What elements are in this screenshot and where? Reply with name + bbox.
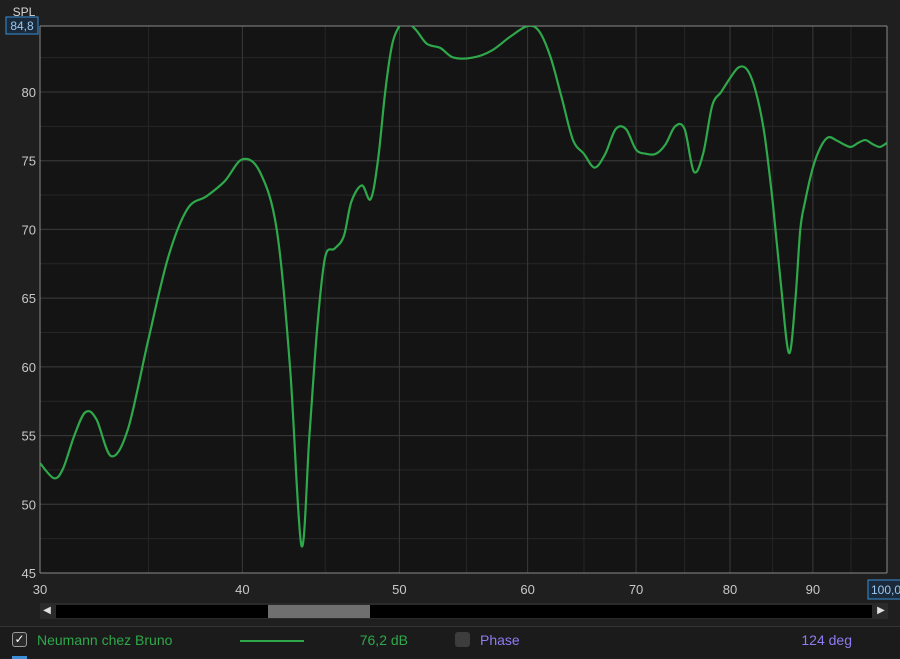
y-tick-label: 50 [22, 497, 36, 512]
y-tick-label: 75 [22, 154, 36, 169]
scroll-track[interactable] [56, 605, 872, 618]
series-value: 76,2 dB [359, 632, 408, 648]
legend-bar: ✓ Neumann chez Bruno 76,2 dB Phase 124 d… [0, 626, 900, 659]
spl-chart[interactable]: 45 50 55 60 65 70 75 80 30 40 50 60 70 80 90 SPL 84,8 100… [0, 0, 900, 600]
arrow-left-icon[interactable]: ◀ [40, 603, 54, 619]
y-tick-label: 45 [22, 566, 36, 581]
y-tick-label: 55 [22, 429, 36, 444]
x-tick-label: 30 [33, 582, 47, 597]
series-line-swatch [240, 640, 304, 642]
x-tick-label: 50 [392, 582, 406, 597]
x-tick-label: 40 [235, 582, 249, 597]
spl-chart-svg: 455055606570758030 40 50 60 70 80 90SPL84,8100… [5, 5, 900, 600]
scroll-thumb[interactable] [268, 605, 370, 618]
x-tick-label: 90 [806, 582, 820, 597]
x-max-label: 100,0 [871, 583, 900, 597]
phase-checkbox[interactable] [455, 632, 470, 647]
series-name: Neumann chez Bruno [37, 632, 173, 648]
y-tick-label: 65 [22, 291, 36, 306]
y-tick-label: 80 [22, 85, 36, 100]
x-tick-label: 60 [520, 582, 534, 597]
phase-label: Phase [480, 632, 520, 648]
y-tick-label: 60 [22, 360, 36, 375]
y-tick-label: 70 [22, 222, 36, 237]
check-icon: ✓ [14, 632, 25, 646]
horizontal-scrollbar[interactable]: ◀ ▶ [40, 603, 888, 619]
phase-value: 124 deg [801, 632, 852, 648]
y-max-label: 84,8 [10, 19, 34, 33]
x-tick-label: 80 [723, 582, 737, 597]
arrow-right-icon[interactable]: ▶ [874, 603, 888, 619]
x-tick-label: 70 [629, 582, 643, 597]
series-checkbox[interactable]: ✓ [12, 632, 27, 647]
